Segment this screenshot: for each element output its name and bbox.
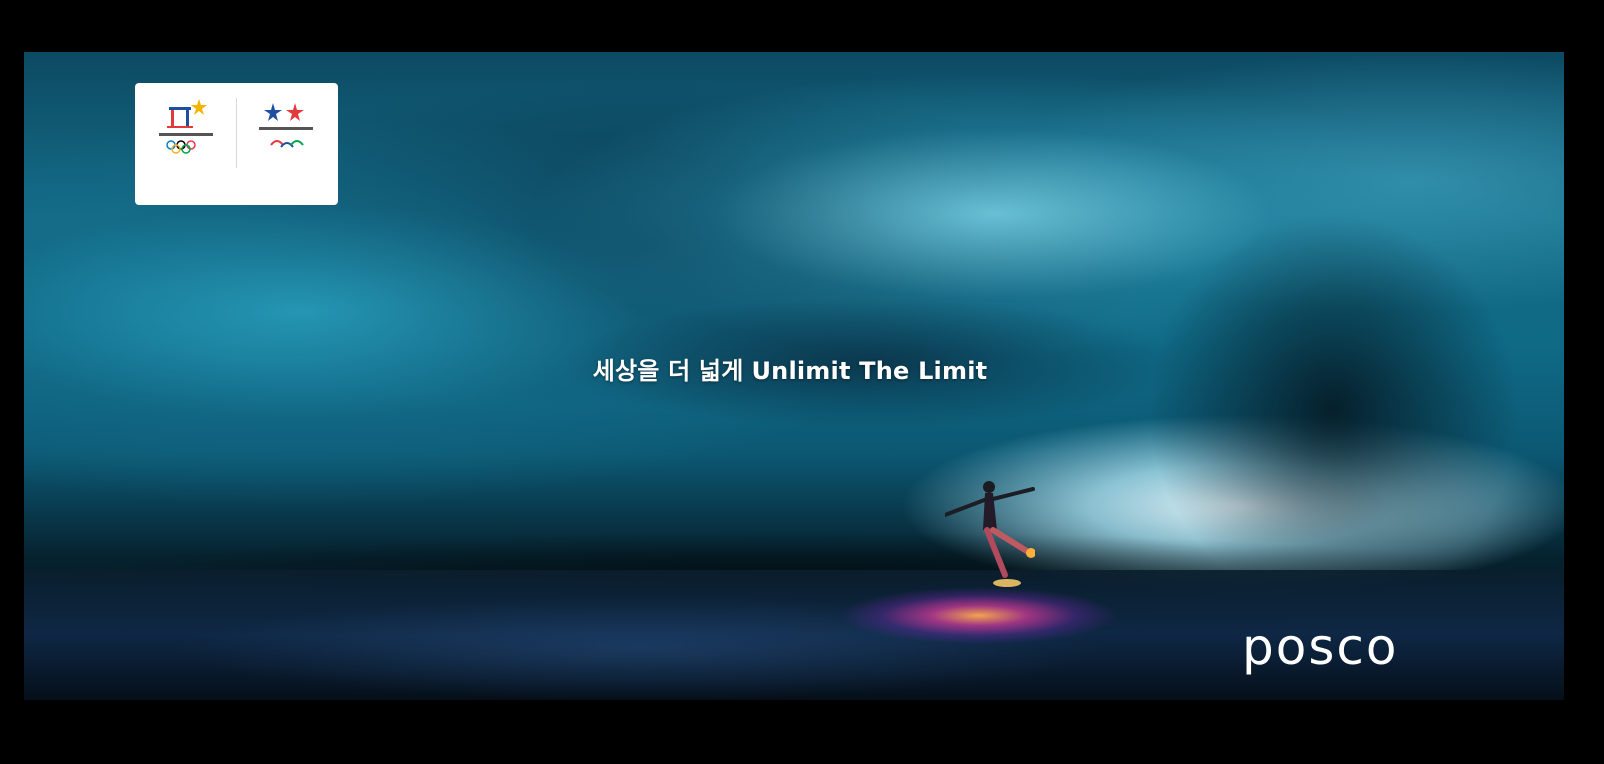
- tagline-korean: 세상을 더 넓게: [592, 357, 744, 385]
- olympic-emblem-icon: [159, 99, 213, 154]
- posco-logo: posco: [1242, 618, 1399, 676]
- pyeongchang-logo-card: [135, 83, 338, 205]
- logo-divider: [236, 98, 237, 168]
- paralympic-emblem-icon: [259, 103, 313, 148]
- ad-banner: 세상을 더 넓게 Unlimit The Limit posco: [0, 0, 1604, 764]
- tagline-english: Unlimit The Limit: [751, 357, 988, 385]
- figure-skater-figure: [945, 481, 1035, 587]
- ad-tagline: 세상을 더 넓게 Unlimit The Limit: [0, 351, 1580, 386]
